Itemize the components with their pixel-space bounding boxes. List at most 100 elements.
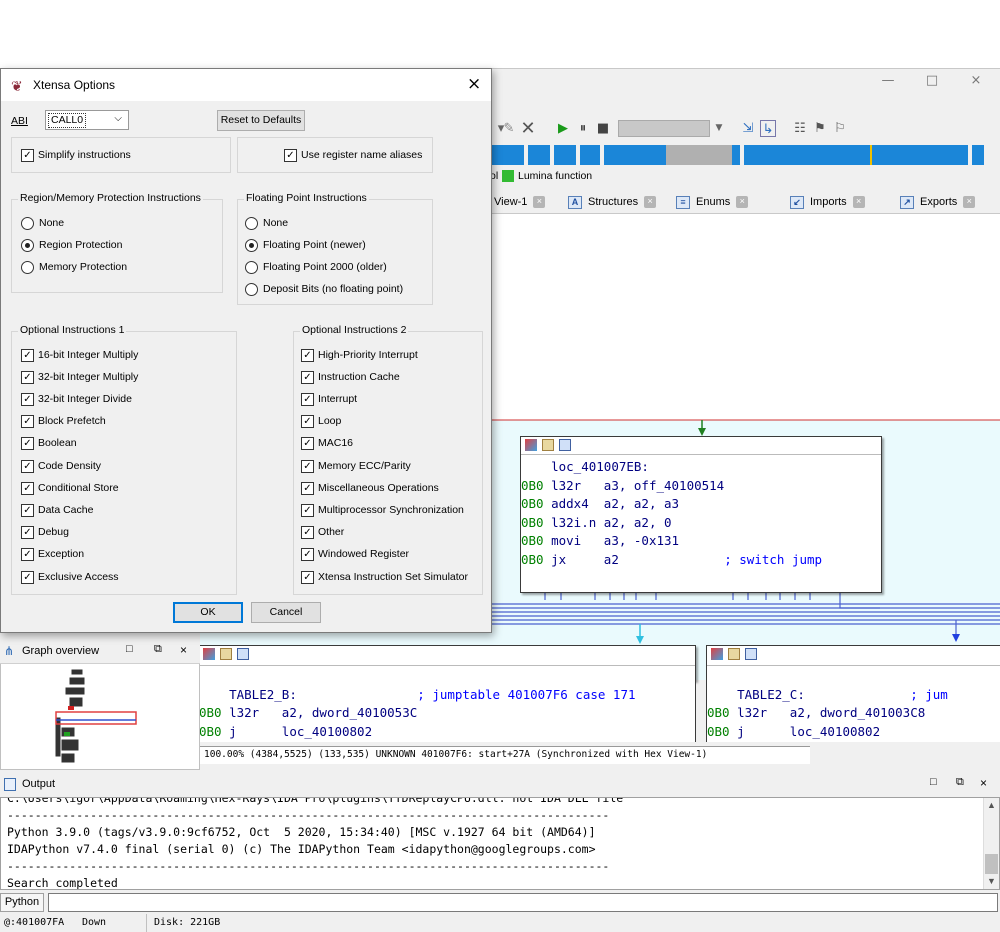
close-icon[interactable]: × [644, 196, 657, 209]
opt-16bit-mul-checkbox[interactable]: ✓ 16-bit Integer Multiply [21, 349, 138, 362]
tab-imports[interactable]: ↙ Imports × [790, 193, 865, 212]
float-panel-icon[interactable]: ⧉ [154, 643, 162, 656]
graph-overview-thumbnail[interactable] [40, 666, 140, 766]
opt-32bit-mul-checkbox[interactable]: ✓ 32-bit Integer Multiply [21, 371, 138, 384]
close-panel-icon[interactable]: × [980, 776, 987, 790]
opt-memory-ecc-checkbox[interactable]: ✓ Memory ECC/Parity [301, 460, 411, 473]
operands[interactable]: a2, a2, 0 [604, 515, 672, 530]
opt-misc-operations-checkbox[interactable]: ✓ Miscellaneous Operations [301, 482, 439, 495]
fp-2000-radio[interactable]: Floating Point 2000 (older) [245, 261, 387, 274]
memory-protection-radio[interactable]: Memory Protection [21, 261, 127, 274]
ok-button[interactable]: OK [173, 602, 243, 623]
operands[interactable]: a2, a2, a3 [604, 496, 679, 511]
play-icon[interactable]: ▶ [556, 120, 570, 137]
region-none-radio[interactable]: None [21, 217, 64, 230]
cancel-button[interactable]: Cancel [251, 602, 321, 623]
opt-other-checkbox[interactable]: ✓ Other [301, 526, 344, 539]
edit-icon[interactable]: ✎ [502, 120, 516, 137]
pause-icon[interactable]: ⏸ [576, 120, 590, 137]
close-icon[interactable]: × [467, 74, 481, 94]
tab-structures[interactable]: A Structures × [568, 193, 657, 212]
opt-windowed-register-checkbox[interactable]: ✓ Windowed Register [301, 548, 409, 561]
deposit-bits-radio[interactable]: Deposit Bits (no floating point) [245, 283, 403, 296]
scroll-down-icon[interactable]: ▼ [987, 876, 996, 886]
loc-label[interactable]: TABLE2_C: [737, 687, 805, 702]
opt-data-cache-checkbox[interactable]: ✓ Data Cache [21, 504, 93, 517]
opt-32bit-div-checkbox[interactable]: ✓ 32-bit Integer Divide [21, 393, 132, 406]
mnemonic: jx [551, 551, 604, 567]
color-icon[interactable] [711, 648, 723, 660]
tab-hex-view[interactable]: View-1 × [494, 193, 546, 212]
operands[interactable]: loc_40100802 [790, 724, 880, 739]
group-icon[interactable] [237, 648, 250, 660]
debugger-select[interactable] [618, 120, 710, 137]
color-icon[interactable] [525, 439, 537, 451]
operands[interactable]: a3, -0x131 [604, 533, 679, 548]
operands[interactable]: loc_40100802 [282, 724, 372, 739]
loc-label[interactable]: TABLE2_B: [229, 687, 297, 702]
opt-loop-checkbox[interactable]: ✓ Loop [301, 415, 341, 428]
delete-icon[interactable]: ✕ [520, 120, 536, 138]
stop-icon[interactable]: ■ [596, 120, 610, 137]
region-protection-radio[interactable]: Region Protection [21, 239, 122, 252]
python-command-input[interactable] [48, 893, 998, 912]
abi-select[interactable]: CALL0 ⌵ [45, 110, 129, 130]
python-language-button[interactable]: Python [0, 893, 44, 912]
chevron-down-icon[interactable]: ▼ [714, 120, 724, 137]
opt-interrupt-checkbox[interactable]: ✓ Interrupt [301, 393, 357, 406]
operands[interactable]: a2, dword_4010053C [282, 705, 417, 720]
run-to-cursor-icon[interactable]: ↳ [760, 120, 776, 137]
tab-enums[interactable]: ≡ Enums × [676, 193, 749, 212]
operands[interactable]: a3, off_40100514 [604, 478, 724, 493]
float-panel-icon[interactable]: ⧉ [956, 776, 964, 789]
opt-instruction-cache-checkbox[interactable]: ✓ Instruction Cache [301, 371, 400, 384]
simplify-checkbox[interactable]: ✓ Simplify instructions [21, 149, 131, 162]
fp-none-radio[interactable]: None [245, 217, 288, 230]
group-icon[interactable] [559, 439, 572, 451]
dialog-titlebar[interactable]: ❦ Xtensa Options × [1, 69, 491, 101]
opt-exception-checkbox[interactable]: ✓ Exception [21, 548, 84, 561]
color-icon[interactable] [203, 648, 215, 660]
opt-code-density-checkbox[interactable]: ✓ Code Density [21, 460, 101, 473]
opt-debug-checkbox[interactable]: ✓ Debug [21, 526, 69, 539]
scroll-up-icon[interactable]: ▲ [987, 800, 996, 810]
group-icon[interactable] [745, 648, 758, 660]
navigation-band[interactable] [490, 145, 1000, 165]
remove-breakpoint-icon[interactable]: ⚐ [832, 120, 848, 137]
maximize-panel-icon[interactable]: □ [930, 776, 937, 788]
opt-exclusive-access-checkbox[interactable]: ✓ Exclusive Access [21, 571, 119, 584]
opt-mac16-checkbox[interactable]: ✓ MAC16 [301, 437, 353, 450]
rename-icon[interactable] [220, 648, 233, 660]
opt-boolean-checkbox[interactable]: ✓ Boolean [21, 437, 77, 450]
close-icon[interactable]: × [533, 196, 546, 209]
rename-icon[interactable] [728, 648, 741, 660]
tab-exports[interactable]: ↗ Exports × [900, 193, 976, 212]
step-icon[interactable]: ⇲ [740, 120, 756, 137]
opt-multiprocessor-sync-checkbox[interactable]: ✓ Multiprocessor Synchronization [301, 504, 464, 517]
graph-node-main[interactable]: loc_401007EB: 0B0 l32r a3, off_40100514 … [520, 436, 882, 593]
maximize-panel-icon[interactable]: □ [126, 643, 133, 655]
minimize-button[interactable]: — [866, 71, 910, 91]
close-panel-icon[interactable]: × [180, 643, 187, 657]
operands[interactable]: a2, dword_401003C8 [790, 705, 925, 720]
loc-label[interactable]: loc_401007EB: [551, 459, 649, 474]
add-breakpoint-icon[interactable]: ⚑ [812, 120, 828, 137]
opt-high-priority-interrupt-checkbox[interactable]: ✓ High-Priority Interrupt [301, 349, 418, 362]
register-aliases-checkbox[interactable]: ✓ Use register name aliases [284, 149, 422, 162]
close-icon[interactable]: × [963, 196, 976, 209]
rename-icon[interactable] [542, 439, 555, 451]
opt-iss-checkbox[interactable]: ✓ Xtensa Instruction Set Simulator [301, 571, 468, 584]
breakpoint-list-icon[interactable]: ☷ [792, 120, 808, 137]
reset-defaults-button[interactable]: Reset to Defaults [217, 110, 305, 131]
opt-conditional-store-checkbox[interactable]: ✓ Conditional Store [21, 482, 119, 495]
close-icon[interactable]: × [736, 196, 749, 209]
operands[interactable]: a2 [604, 552, 619, 567]
opt-block-prefetch-checkbox[interactable]: ✓ Block Prefetch [21, 415, 106, 428]
close-icon[interactable]: × [852, 196, 865, 209]
output-console[interactable]: C:\Users\igor\AppData\Roaming\Hex-Rays\I… [0, 797, 1000, 890]
fp-newer-radio[interactable]: Floating Point (newer) [245, 239, 366, 252]
output-scrollbar[interactable]: ▲ ▼ [983, 798, 999, 889]
scroll-thumb[interactable] [985, 854, 998, 874]
maximize-button[interactable]: □ [910, 71, 954, 91]
close-window-button[interactable]: × [954, 71, 998, 91]
